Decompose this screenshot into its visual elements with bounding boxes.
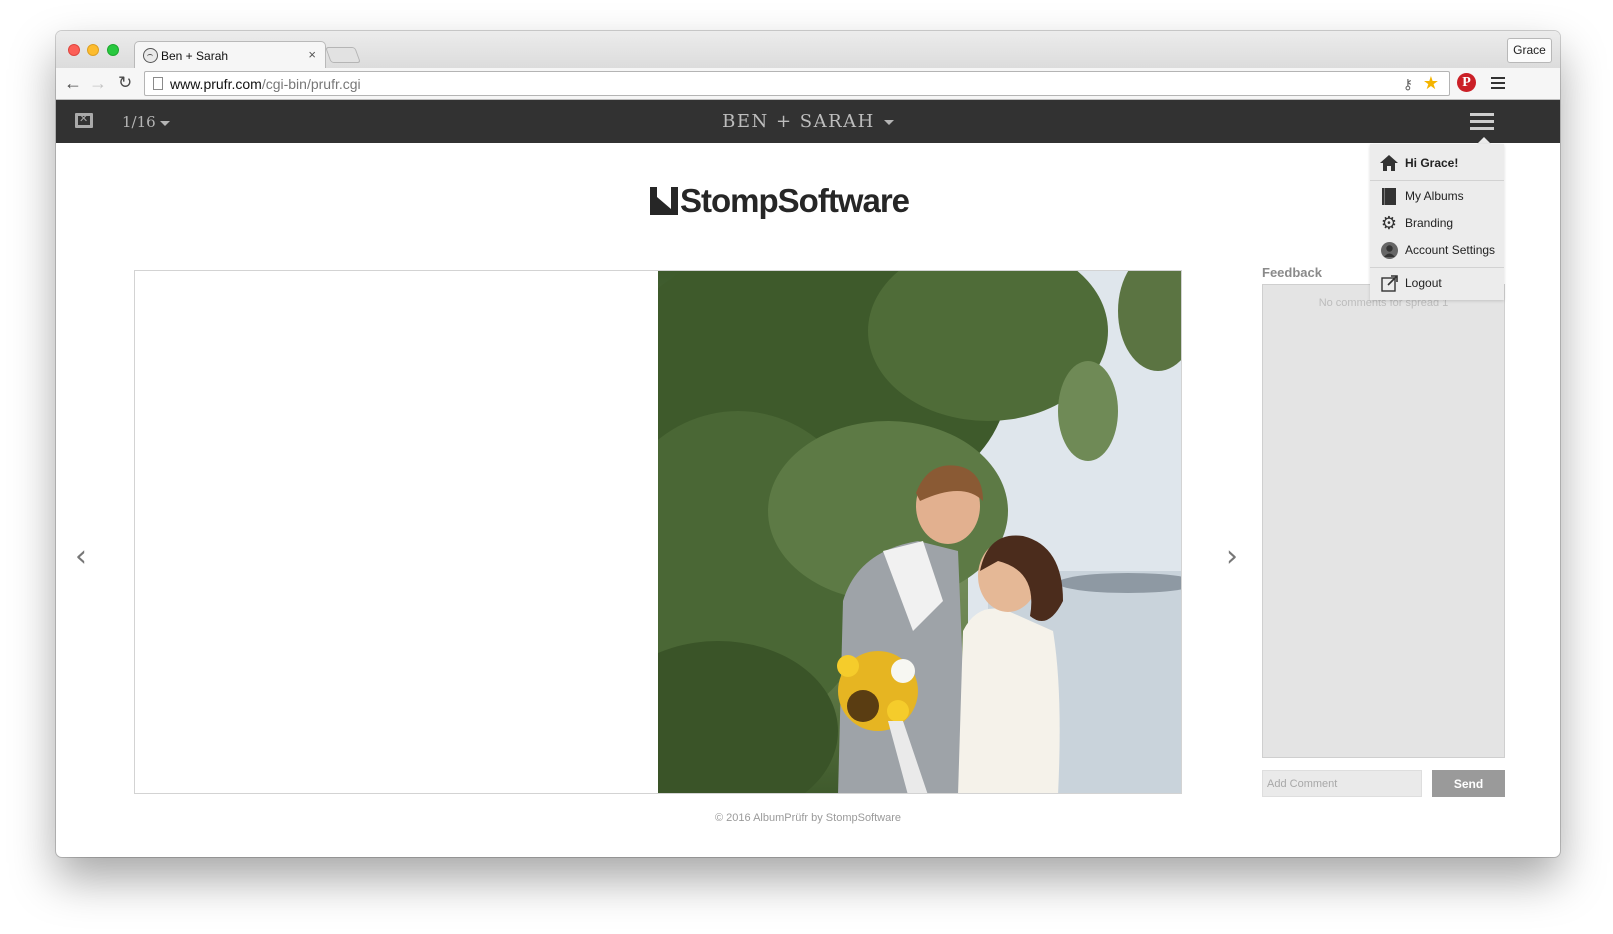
chevron-down-icon [883, 119, 894, 125]
menu-pointer [1477, 137, 1491, 144]
profile-button[interactable]: Grace [1507, 38, 1552, 63]
menu-item-logout[interactable]: Logout [1370, 270, 1504, 296]
home-icon [1380, 154, 1398, 172]
menu-item-label: My Albums [1405, 189, 1464, 203]
album-icon [1380, 187, 1398, 205]
spread-left-page [135, 271, 658, 793]
close-window-button[interactable] [68, 44, 80, 56]
new-tab-button[interactable] [325, 47, 361, 63]
album-title: BEN + SARAH [722, 111, 875, 132]
user-menu: Hi Grace! My Albums ⚙ Branding Account S… [1370, 144, 1504, 300]
stompsoftware-logo: StompSoftware [650, 182, 910, 220]
zoom-window-button[interactable] [107, 44, 119, 56]
send-button[interactable]: Send [1432, 770, 1505, 797]
footer-copyright: © 2016 AlbumPrüfr by StompSoftware [714, 812, 902, 824]
menu-item-home[interactable]: Hi Grace! [1370, 150, 1504, 176]
url-host: www.prufr.com [170, 76, 262, 92]
photo-illustration [658, 271, 1181, 793]
logo-text: StompSoftware [680, 182, 910, 219]
hamburger-menu-icon[interactable] [1470, 113, 1494, 134]
tab-close-icon[interactable]: × [308, 47, 316, 62]
back-arrow-icon[interactable]: ← [64, 74, 82, 92]
user-icon [1380, 241, 1398, 259]
forward-arrow-icon[interactable]: → [89, 74, 107, 92]
menu-item-account-settings[interactable]: Account Settings [1370, 237, 1504, 263]
key-icon[interactable]: ⚷ [1403, 76, 1413, 93]
bookmark-star-icon[interactable]: ★ [1423, 73, 1439, 94]
feedback-panel: No comments for spread 1 [1262, 284, 1505, 758]
add-comment-input[interactable] [1262, 770, 1422, 797]
browser-tab[interactable]: Ben + Sarah × [134, 41, 326, 68]
feedback-title: Feedback [1262, 265, 1322, 280]
album-title-dropdown[interactable]: BEN + SARAH [56, 111, 1560, 132]
menu-divider [1370, 180, 1504, 181]
menu-greeting: Hi Grace! [1405, 156, 1459, 170]
menu-divider [1370, 267, 1504, 268]
reload-icon[interactable]: ↻ [118, 74, 132, 92]
logout-label: Logout [1405, 276, 1442, 290]
tab-title: Ben + Sarah [161, 49, 229, 63]
menu-item-label: Branding [1405, 216, 1454, 230]
album-spread [134, 270, 1182, 794]
menu-item-my-albums[interactable]: My Albums [1370, 183, 1504, 209]
address-bar[interactable]: www.prufr.com/cgi-bin/prufr.cgi ⚷ ★ [144, 71, 1450, 96]
browser-window: Ben + Sarah × Grace ← → ↻ www.prufr.com/… [56, 31, 1560, 857]
menu-item-label: Account Settings [1405, 243, 1496, 257]
minimize-window-button[interactable] [87, 44, 99, 56]
gear-icon: ⚙ [1380, 212, 1398, 233]
wedding-photo [658, 271, 1181, 793]
favicon-icon [143, 48, 158, 63]
browser-menu-icon[interactable] [1491, 77, 1505, 92]
next-spread-icon[interactable]: › [1226, 539, 1238, 574]
browser-toolbar: ← → ↻ www.prufr.com/cgi-bin/prufr.cgi ⚷ … [56, 68, 1560, 100]
external-link-icon [1380, 274, 1398, 292]
tab-strip: Ben + Sarah × Grace [56, 31, 1560, 68]
menu-item-branding[interactable]: ⚙ Branding [1370, 210, 1504, 236]
page-icon [153, 77, 163, 90]
url-path: /cgi-bin/prufr.cgi [261, 76, 361, 92]
logo-mark-icon [650, 187, 678, 215]
app-header: 1/16 BEN + SARAH [56, 100, 1560, 143]
url-text[interactable]: www.prufr.com/cgi-bin/prufr.cgi [170, 76, 361, 92]
previous-spread-icon[interactable]: ‹ [75, 539, 87, 574]
pinterest-extension-icon[interactable]: P [1457, 73, 1476, 92]
